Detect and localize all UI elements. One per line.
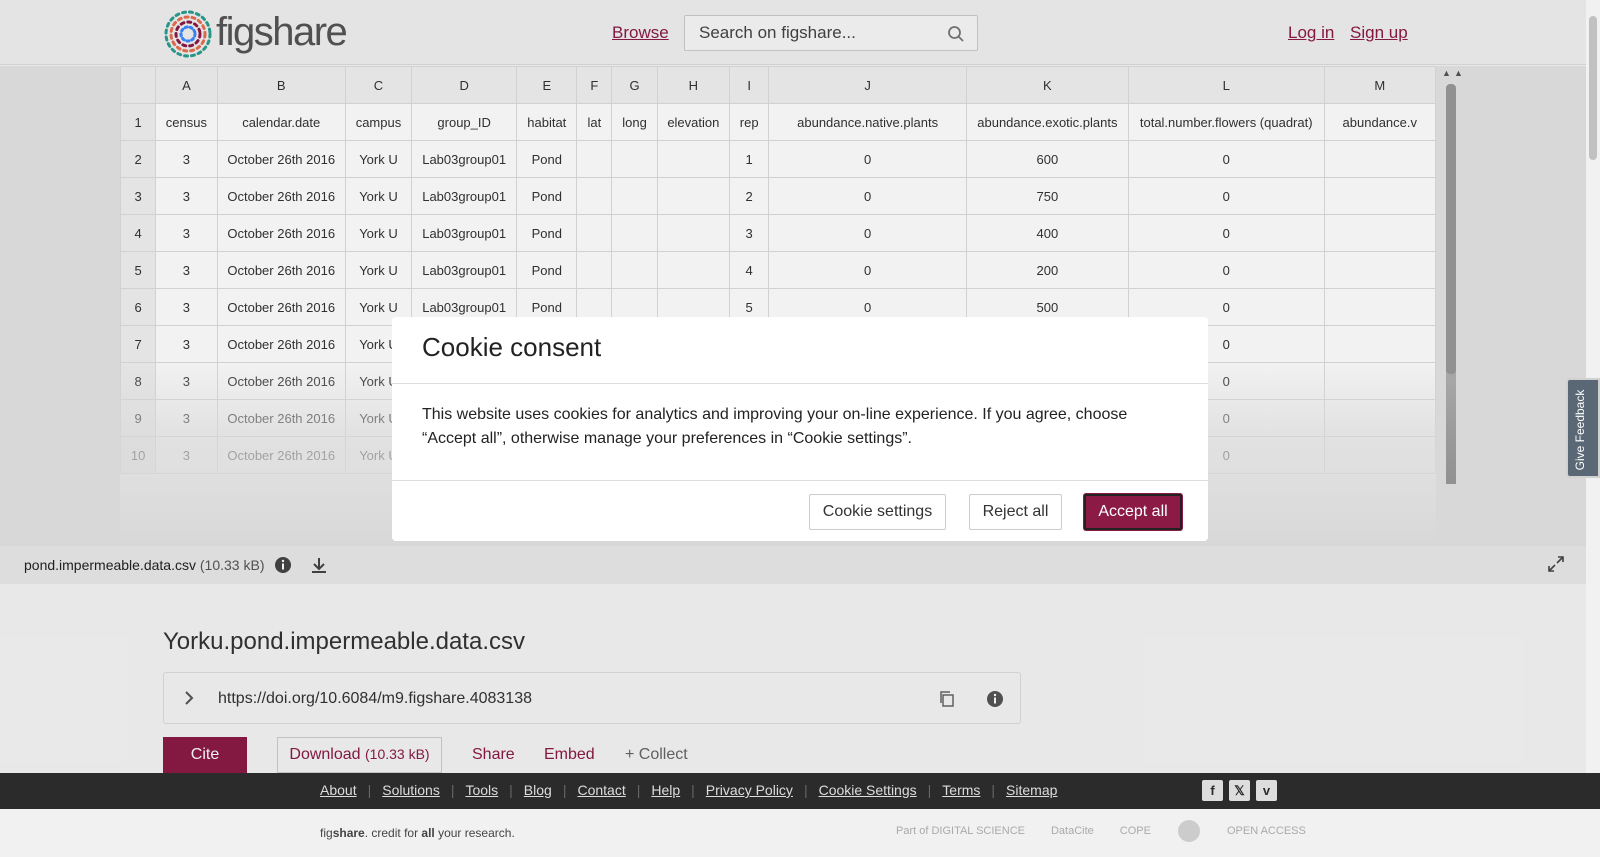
footer-link[interactable]: Blog xyxy=(524,782,552,798)
footer-link[interactable]: Solutions xyxy=(382,782,440,798)
footer-tagline: figshare. credit for all your research. xyxy=(320,826,515,840)
footer-link[interactable]: Help xyxy=(651,782,680,798)
seal-logo-icon[interactable] xyxy=(1177,819,1201,843)
vimeo-icon[interactable]: v xyxy=(1256,780,1277,801)
social-links: f 𝕏 v xyxy=(1202,780,1277,801)
modal-divider xyxy=(392,383,1208,384)
give-feedback-tab[interactable]: Give Feedback xyxy=(1566,378,1600,478)
page-scrollbar-thumb[interactable] xyxy=(1589,16,1597,160)
footer-separator: | xyxy=(803,782,808,798)
footer-link[interactable]: About xyxy=(320,782,357,798)
footer-link[interactable]: Terms xyxy=(942,782,980,798)
datacite-logo[interactable]: DataCite xyxy=(1051,825,1094,837)
footer-nav: About | Solutions | Tools | Blog | Contact | Help |… xyxy=(0,773,1600,809)
footer-link[interactable]: Cookie Settings xyxy=(819,782,917,798)
cookie-settings-button[interactable]: Cookie settings xyxy=(809,494,946,530)
footer-separator: | xyxy=(450,782,455,798)
footer-separator: | xyxy=(367,782,372,798)
x-twitter-icon[interactable]: 𝕏 xyxy=(1229,780,1250,801)
modal-body: This website uses cookies for analytics … xyxy=(422,406,1128,447)
accept-all-button[interactable]: Accept all xyxy=(1084,494,1182,530)
facebook-icon[interactable]: f xyxy=(1202,780,1223,801)
footer-link[interactable]: Contact xyxy=(577,782,625,798)
footer-separator: | xyxy=(927,782,932,798)
reject-all-button[interactable]: Reject all xyxy=(969,494,1062,530)
tagline-bold: share xyxy=(332,826,365,840)
digital-science-logo[interactable]: Part of DIGITAL SCIENCE xyxy=(896,825,1025,837)
footer-separator: | xyxy=(562,782,567,798)
footer-separator: | xyxy=(991,782,996,798)
footer-separator: | xyxy=(636,782,641,798)
footer-link[interactable]: Sitemap xyxy=(1006,782,1057,798)
cope-logo[interactable]: COPE xyxy=(1120,825,1151,837)
tagline-pre: fig xyxy=(320,826,333,840)
footer-separator: | xyxy=(691,782,695,798)
footer-links: About | Solutions | Tools | Blog | Contact | Help |… xyxy=(320,782,1057,798)
tagline-end: your research. xyxy=(434,826,515,840)
footer-link[interactable]: Privacy Policy xyxy=(706,782,793,798)
partner-logos: Part of DIGITAL SCIENCE DataCite COPE OP… xyxy=(896,819,1306,843)
footer-link[interactable]: Tools xyxy=(465,782,498,798)
modal-title: Cookie consent xyxy=(422,332,602,362)
modal-divider-2 xyxy=(392,480,1208,481)
tagline-all: all xyxy=(421,826,435,840)
footer-separator: | xyxy=(509,782,513,798)
cookie-consent-modal: Cookie consent This website uses cookies… xyxy=(392,317,1208,541)
open-access-logo[interactable]: OPEN ACCESS xyxy=(1227,825,1306,837)
feedback-label: Give Feedback xyxy=(1573,389,1587,471)
tagline-mid: . credit for xyxy=(364,826,422,840)
footer-bottom: figshare. credit for all your research. … xyxy=(0,809,1600,857)
